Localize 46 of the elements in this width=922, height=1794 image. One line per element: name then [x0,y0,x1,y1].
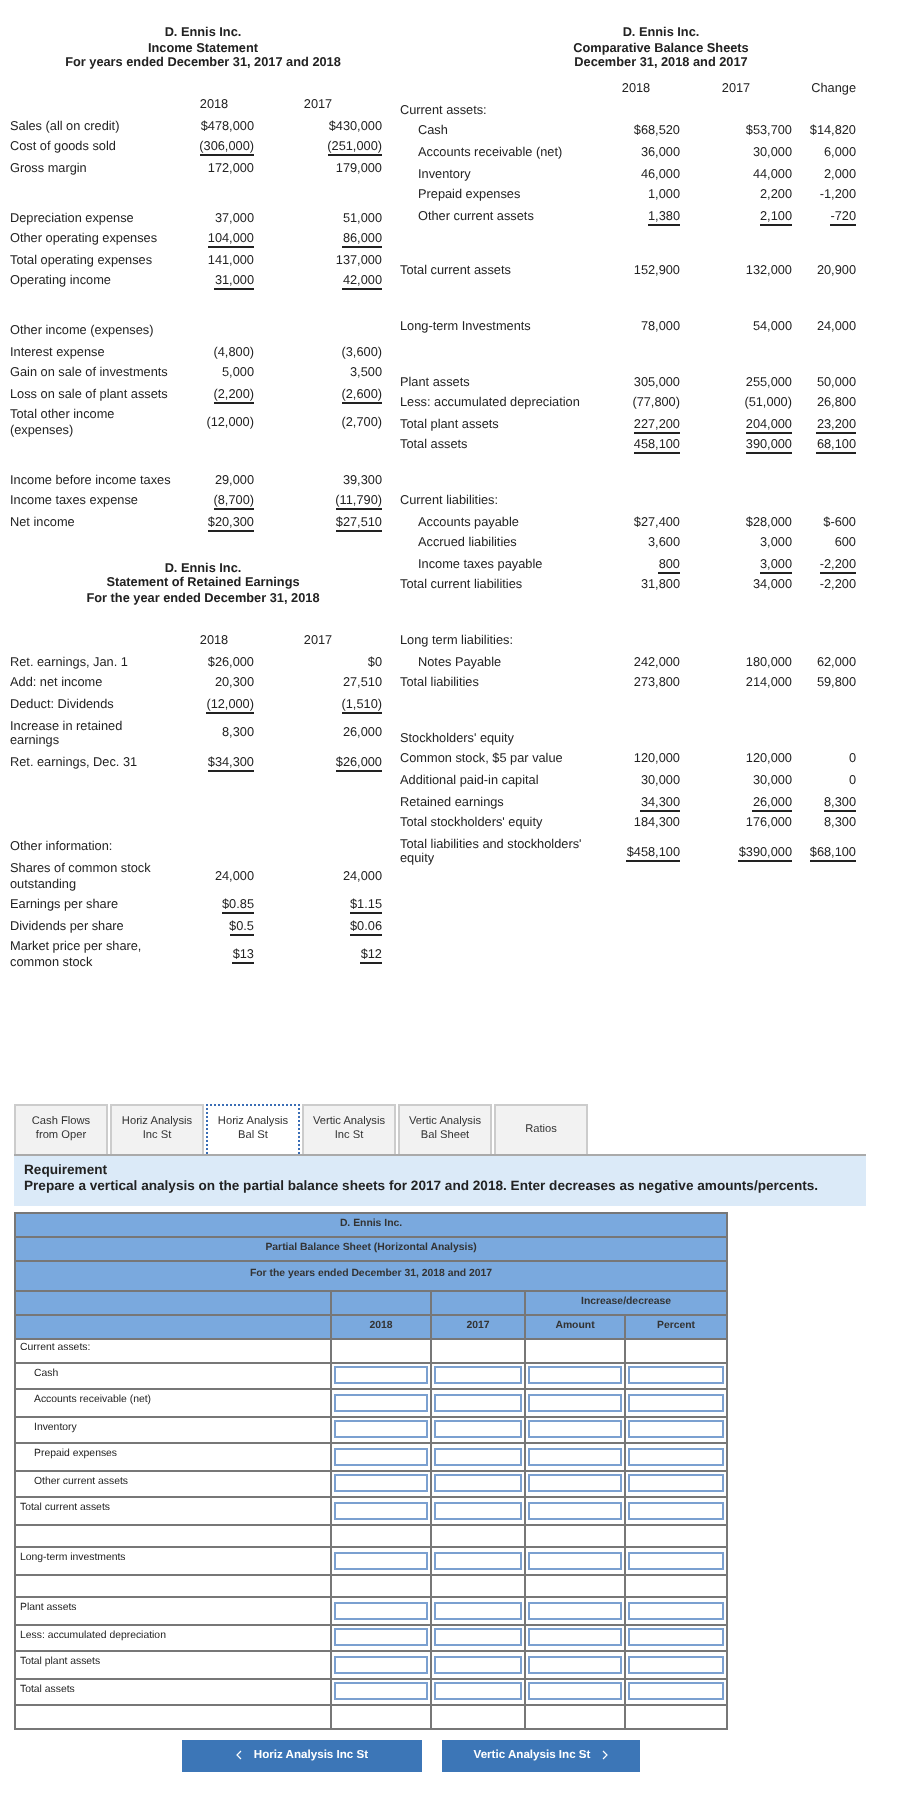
answer-field[interactable] [528,1655,622,1674]
answer-field[interactable] [528,1551,622,1570]
answer-field[interactable] [628,1447,725,1466]
chevron-left-icon [235,1750,242,1760]
answer-field[interactable] [628,1501,725,1520]
answer-field[interactable] [434,1551,522,1570]
answer-field[interactable] [434,1474,522,1493]
answer-field[interactable] [334,1447,428,1466]
answer-field[interactable] [434,1601,522,1620]
answer-field[interactable] [434,1447,522,1466]
answer-field[interactable] [434,1366,522,1385]
answer-field[interactable] [334,1501,428,1520]
answer-field[interactable] [334,1655,428,1674]
answer-field[interactable] [628,1682,725,1701]
answer-field[interactable] [334,1628,428,1647]
chevron-right-icon [602,1750,609,1760]
answer-field[interactable] [628,1601,725,1620]
answer-field[interactable] [528,1682,622,1701]
answer-field[interactable] [628,1393,725,1412]
answer-field[interactable] [528,1420,622,1439]
answer-field[interactable] [334,1601,428,1620]
answer-field[interactable] [334,1551,428,1570]
answer-field[interactable] [628,1655,725,1674]
answer-field[interactable] [434,1393,522,1412]
answer-field[interactable] [528,1393,622,1412]
answer-field[interactable] [528,1601,622,1620]
answer-field[interactable] [528,1501,622,1520]
answer-field[interactable] [434,1682,522,1701]
answer-field[interactable] [528,1447,622,1466]
answer-field[interactable] [628,1366,725,1385]
answer-field[interactable] [434,1501,522,1520]
answer-field[interactable] [334,1682,428,1701]
answer-field[interactable] [334,1474,428,1493]
answer-field[interactable] [334,1366,428,1385]
answer-field[interactable] [434,1655,522,1674]
answer-field[interactable] [528,1628,622,1647]
answer-field[interactable] [334,1393,428,1412]
answer-field[interactable] [628,1474,725,1493]
answer-field[interactable] [528,1366,622,1385]
answer-field[interactable] [628,1628,725,1647]
answer-field[interactable] [628,1420,725,1439]
answer-field[interactable] [434,1628,522,1647]
answer-field[interactable] [628,1551,725,1570]
answer-field[interactable] [528,1474,622,1493]
answer-field[interactable] [434,1420,522,1439]
answer-field[interactable] [334,1420,428,1439]
